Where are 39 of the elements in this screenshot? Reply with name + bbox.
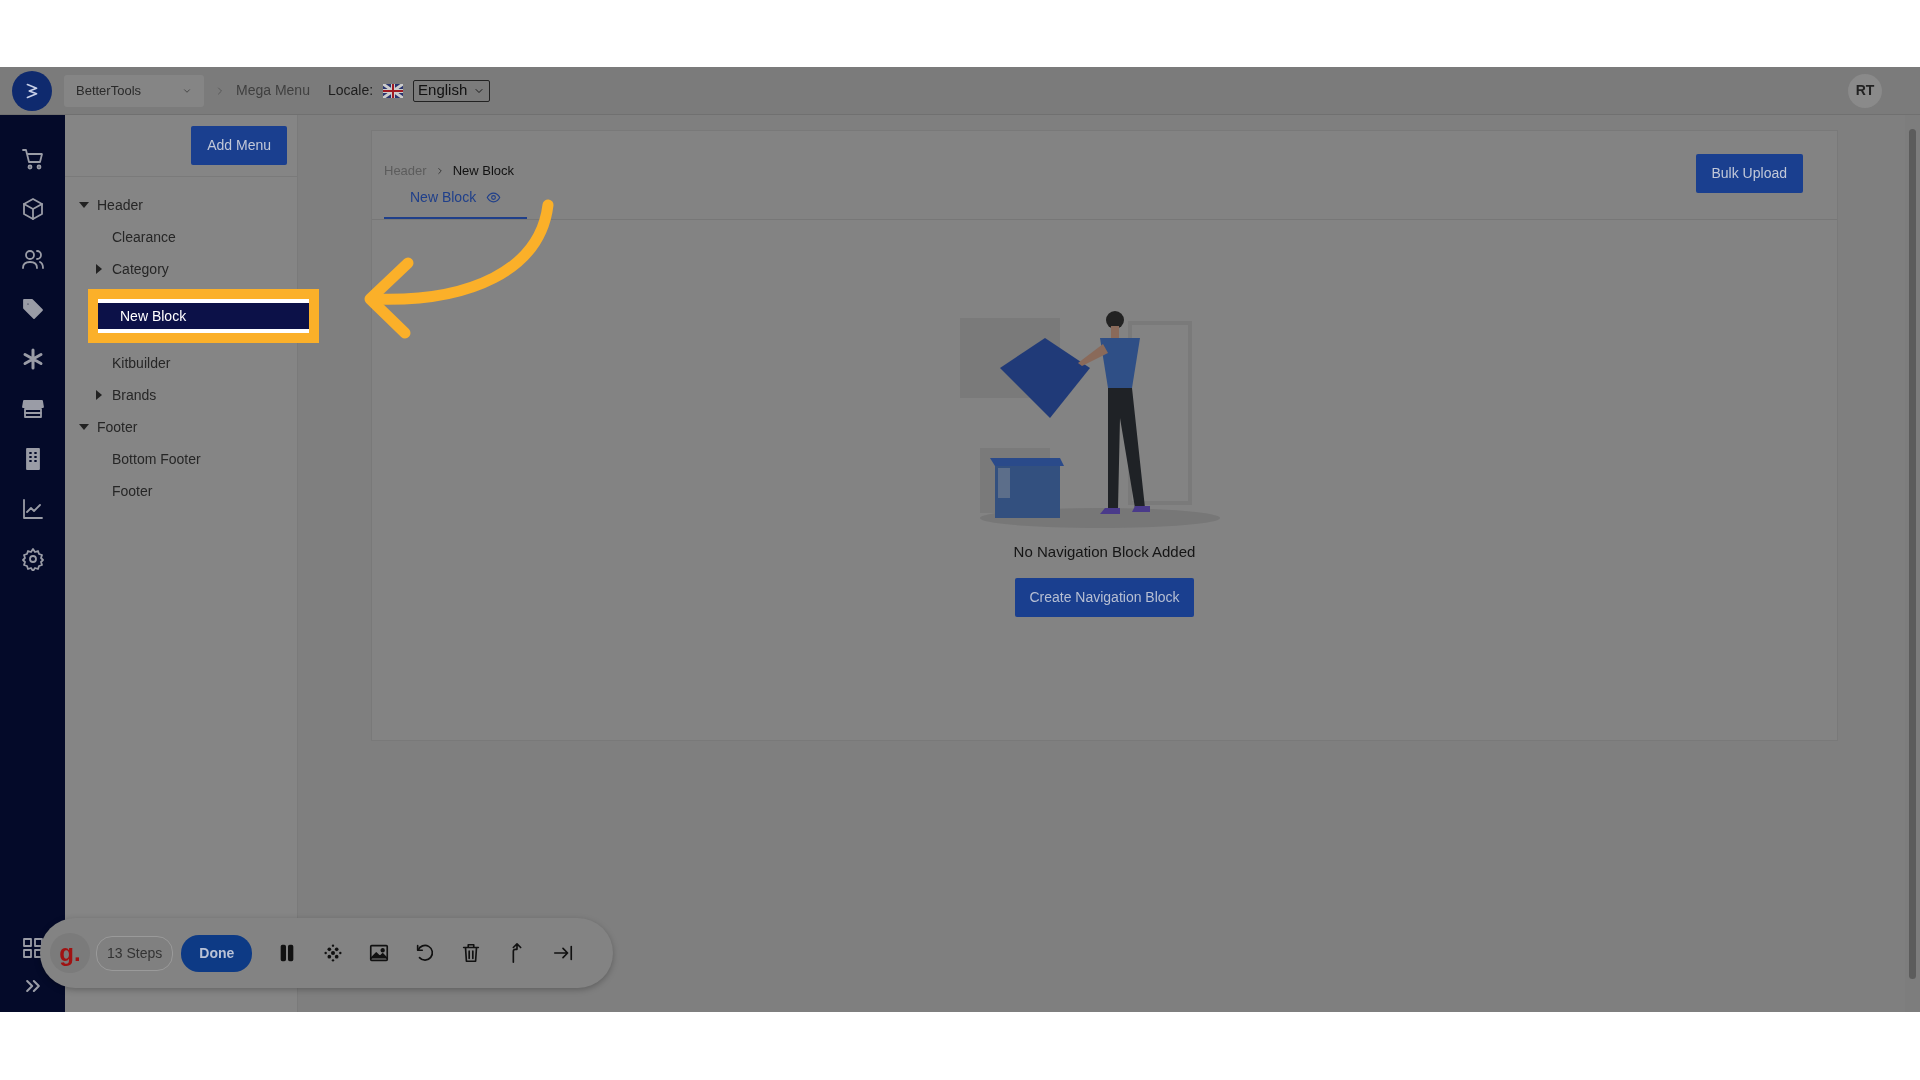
- users-icon[interactable]: [20, 247, 45, 271]
- caret-icon[interactable]: [96, 264, 102, 274]
- done-button[interactable]: Done: [181, 934, 253, 972]
- tree-item[interactable]: Category: [65, 253, 297, 285]
- gear-icon[interactable]: [20, 547, 45, 571]
- user-avatar[interactable]: RT: [1848, 73, 1882, 108]
- scrollbar-thumb[interactable]: [1909, 129, 1916, 979]
- create-navigation-block-button[interactable]: Create Navigation Block: [1015, 577, 1194, 617]
- tree-item[interactable]: Kitbuilder: [65, 347, 297, 379]
- flag-icon: [383, 83, 404, 98]
- brand-logo: g.: [50, 933, 90, 973]
- caret-icon[interactable]: [79, 202, 89, 208]
- grid-icon[interactable]: [20, 936, 45, 960]
- breadcrumb-link[interactable]: Mega Menu: [236, 80, 310, 101]
- tree-item[interactable]: Brands: [65, 379, 297, 411]
- tree-item[interactable]: Bottom Footer: [65, 443, 297, 475]
- store-icon[interactable]: [20, 397, 45, 421]
- caret-icon[interactable]: [96, 390, 102, 400]
- tab[interactable]: New Block: [384, 179, 528, 219]
- store-select[interactable]: BetterTools: [64, 74, 204, 107]
- cart-icon[interactable]: [20, 147, 45, 171]
- app-logo[interactable]: [12, 70, 52, 111]
- breadcrumb-item: New Block: [452, 162, 515, 181]
- tree-item[interactable]: Footer: [65, 475, 297, 507]
- locale-select[interactable]: English: [413, 79, 491, 102]
- tree-item[interactable]: Clearance: [65, 221, 297, 253]
- tree-item[interactable]: Footer: [65, 411, 297, 443]
- add-menu-button[interactable]: Add Menu: [191, 126, 287, 165]
- tree-item[interactable]: Header: [65, 189, 297, 221]
- chart-icon[interactable]: [20, 497, 45, 521]
- bulk-upload-button[interactable]: Bulk Upload: [1695, 154, 1803, 193]
- box-icon[interactable]: [20, 197, 45, 221]
- tags-icon[interactable]: [20, 297, 45, 321]
- empty-message: No Navigation Block Added: [1013, 542, 1196, 562]
- steps-counter[interactable]: 13 Steps: [96, 935, 174, 971]
- image-icon[interactable]: [368, 942, 391, 964]
- eye-icon: [486, 190, 502, 205]
- caret-icon[interactable]: [79, 424, 89, 430]
- locale-label: Locale:: [327, 81, 374, 100]
